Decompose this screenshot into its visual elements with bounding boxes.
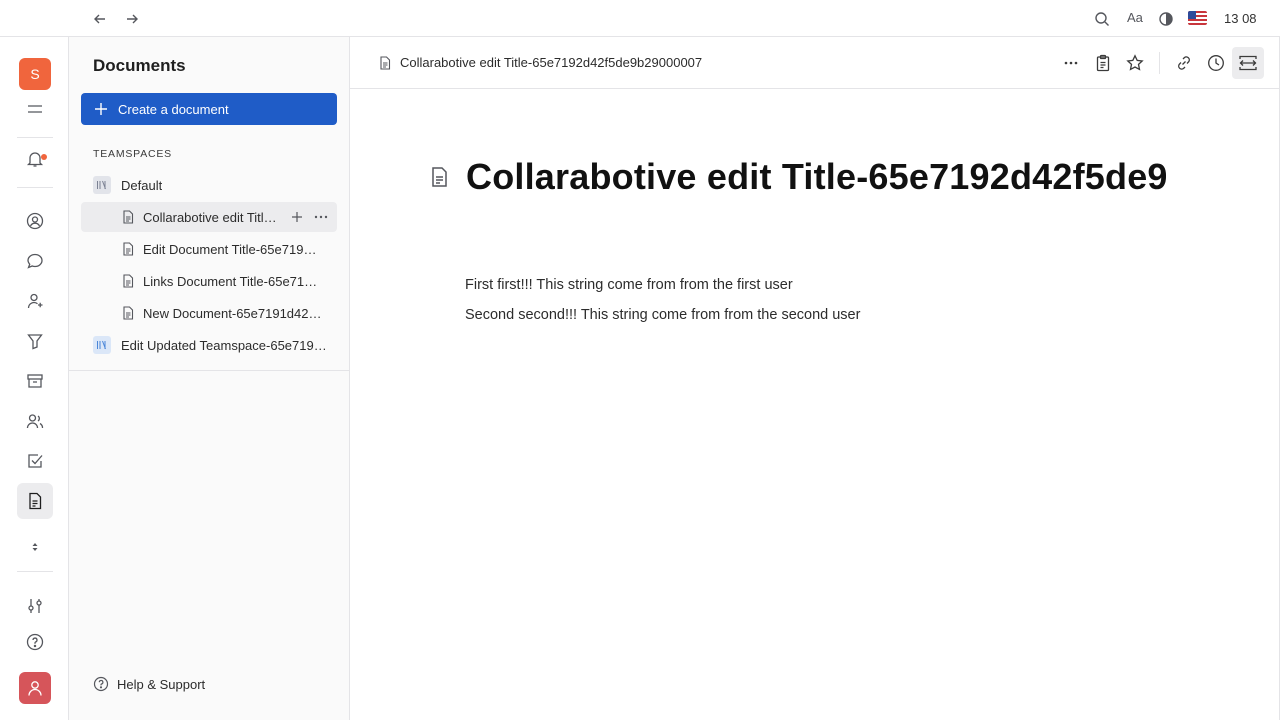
- help-circle-icon: [93, 676, 109, 692]
- us-flag-icon[interactable]: [1188, 11, 1207, 25]
- menu-icon[interactable]: [17, 91, 53, 127]
- document-icon: [380, 55, 391, 70]
- teamspace-icon: [93, 336, 111, 354]
- create-document-button[interactable]: Create a document: [81, 93, 337, 125]
- document-title[interactable]: Collarabotive edit Title-65e7192d42f5de9…: [466, 156, 1166, 198]
- sidebar-divider: [69, 370, 350, 371]
- bell-icon[interactable]: [17, 141, 53, 177]
- teamspace-icon: [93, 176, 111, 194]
- archive-icon[interactable]: [17, 363, 53, 399]
- breadcrumb[interactable]: Collarabotive edit Title-65e7192d42f5de9…: [378, 55, 702, 70]
- add-subdocument-icon[interactable]: [289, 209, 305, 225]
- help-support-link[interactable]: Help & Support: [93, 676, 205, 692]
- plus-icon: [95, 103, 107, 115]
- documents-sidebar: Documents Create a document TEAMSPACES D…: [69, 37, 350, 720]
- document-icon[interactable]: [17, 483, 53, 519]
- chat-icon[interactable]: [17, 243, 53, 279]
- breadcrumb-title: Collarabotive edit Title-65e7192d42f5de9…: [400, 55, 703, 70]
- link-icon[interactable]: [1172, 51, 1196, 75]
- contacts-icon[interactable]: [17, 203, 53, 239]
- teamspace-edit-updated[interactable]: Edit Updated Teamspace-65e7192d42f5de9b2…: [81, 330, 337, 360]
- search-icon[interactable]: [1091, 8, 1113, 30]
- document-title: Links Document Title-65e7192d42f5de9b290…: [143, 273, 323, 289]
- document-item[interactable]: Links Document Title-65e7192d42f5de9b290…: [81, 266, 337, 296]
- expand-icon[interactable]: [17, 529, 53, 565]
- teamspace-name: Edit Updated Teamspace-65e7192d42f5de9b2…: [121, 337, 327, 353]
- document-title-row: Collarabotive edit Title-65e7192d42f5de9…: [428, 152, 1166, 202]
- document-item[interactable]: New Document-65e7191d42f5de9b29000004: [81, 298, 337, 328]
- document-title: New Document-65e7191d42f5de9b29000004: [143, 305, 323, 321]
- document-body[interactable]: First first!!! This string come from fro…: [465, 274, 860, 334]
- document-icon: [123, 242, 134, 256]
- clock: 13 08: [1224, 11, 1257, 26]
- recruit-icon[interactable]: [17, 403, 53, 439]
- clipboard-icon[interactable]: [1091, 51, 1115, 75]
- funnel-icon[interactable]: [17, 323, 53, 359]
- checkbox-icon[interactable]: [17, 443, 53, 479]
- forward-arrow-icon[interactable]: [121, 8, 143, 30]
- person-icon[interactable]: [17, 283, 53, 319]
- document-header: Collarabotive edit Title-65e7192d42f5de9…: [350, 37, 1280, 89]
- teamspaces-label: TEAMSPACES: [93, 148, 172, 160]
- app-rail: S: [0, 37, 69, 720]
- star-icon[interactable]: [1123, 51, 1147, 75]
- aside-toggle-icon[interactable]: [1232, 47, 1264, 79]
- teamspace-name: Default: [121, 177, 163, 193]
- theme-contrast-icon[interactable]: [1155, 8, 1177, 30]
- sidebar-title: Documents: [93, 56, 186, 75]
- paragraph[interactable]: Second second!!! This string come from f…: [465, 304, 860, 334]
- back-arrow-icon[interactable]: [89, 8, 111, 30]
- document-icon: [123, 274, 134, 288]
- help-circle-icon[interactable]: [17, 624, 53, 660]
- settings-sliders-icon[interactable]: [17, 588, 53, 624]
- history-icon[interactable]: [1204, 51, 1228, 75]
- paragraph[interactable]: First first!!! This string come from fro…: [465, 274, 860, 304]
- document-area: Collarabotive edit Title-65e7192d42f5de9…: [350, 37, 1280, 720]
- notification-dot: [41, 154, 47, 160]
- document-title: Collarabotive edit Title-65e7192d42f5de9…: [143, 209, 277, 225]
- help-support-label: Help & Support: [117, 676, 206, 692]
- document-icon: [123, 306, 134, 320]
- create-document-label: Create a document: [118, 101, 229, 117]
- font-size-icon[interactable]: Aa: [1127, 10, 1143, 25]
- profile-icon[interactable]: [19, 672, 51, 704]
- document-title: Edit Document Title-65e7192d42f5de9b2900…: [143, 241, 323, 257]
- document-item[interactable]: Edit Document Title-65e7192d42f5de9b2900…: [81, 234, 337, 264]
- document-item-selected[interactable]: Collarabotive edit Title-65e7192d42f5de9…: [81, 202, 337, 232]
- document-icon: [432, 167, 447, 187]
- more-icon[interactable]: [313, 209, 329, 225]
- workspace-logo[interactable]: S: [19, 58, 51, 90]
- teamspace-default[interactable]: Default: [81, 170, 337, 200]
- more-icon[interactable]: [1059, 51, 1083, 75]
- document-icon: [123, 210, 134, 224]
- top-bar: Aa 13 08: [0, 0, 1280, 37]
